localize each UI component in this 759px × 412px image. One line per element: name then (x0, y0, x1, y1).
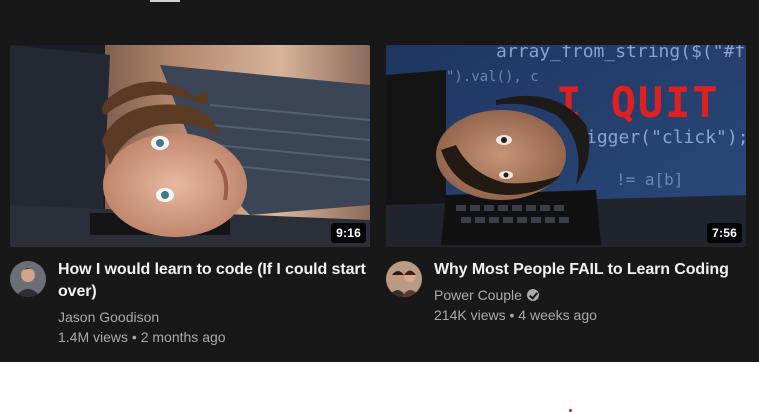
video-duration-badge: 7:56 (707, 223, 742, 243)
channel-name-text[interactable]: Jason Goodison (58, 307, 159, 327)
channel-avatar-icon[interactable] (10, 261, 46, 297)
video-title[interactable]: How I would learn to code (If I could st… (58, 259, 370, 303)
video-stats: 214K views • 4 weeks ago (434, 305, 746, 325)
video-duration-badge: 9:16 (331, 223, 366, 243)
video-thumbnail[interactable]: 9:16 (10, 45, 370, 247)
video-meta: How I would learn to code (If I could st… (10, 259, 370, 349)
channel-name[interactable]: Jason Goodison (58, 307, 370, 327)
view-count: 1.4M views (58, 329, 129, 345)
thumbnail-code-line: array_from_string($("#f (496, 45, 745, 62)
cropped-text-fragment (150, 0, 180, 2)
verified-badge-icon (526, 289, 539, 301)
thumbnail-image (10, 45, 370, 247)
stats-separator: • (505, 307, 519, 323)
view-count: 214K views (434, 307, 506, 323)
channel-name[interactable]: Power Couple (434, 285, 746, 305)
previous-row-edge (0, 0, 759, 10)
video-card[interactable]: 9:16 How I would learn to code (If I cou… (10, 45, 370, 349)
thumbnail-code-line: != a[b] (616, 170, 683, 189)
thumbnail-image: array_from_string($("#f ").val(), c igge… (386, 45, 746, 247)
thumbnail-code-line: igger("click"); (586, 127, 746, 148)
channel-name-text[interactable]: Power Couple (434, 285, 522, 305)
upload-age: 2 months ago (140, 329, 226, 345)
video-meta: Why Most People FAIL to Learn Coding Pow… (386, 259, 746, 349)
video-title[interactable]: Why Most People FAIL to Learn Coding (434, 259, 746, 281)
video-stats: 1.4M views • 2 months ago (58, 327, 370, 347)
upload-age: 4 weeks ago (518, 307, 597, 323)
video-card[interactable]: array_from_string($("#f ").val(), c igge… (386, 45, 746, 349)
video-thumbnail[interactable]: array_from_string($("#f ").val(), c igge… (386, 45, 746, 247)
thumbnail-code-line: ").val(), c (446, 69, 539, 85)
video-grid: 9:16 How I would learn to code (If I cou… (0, 0, 759, 362)
stats-separator: • (128, 329, 141, 345)
channel-avatar-icon[interactable] (386, 261, 422, 297)
